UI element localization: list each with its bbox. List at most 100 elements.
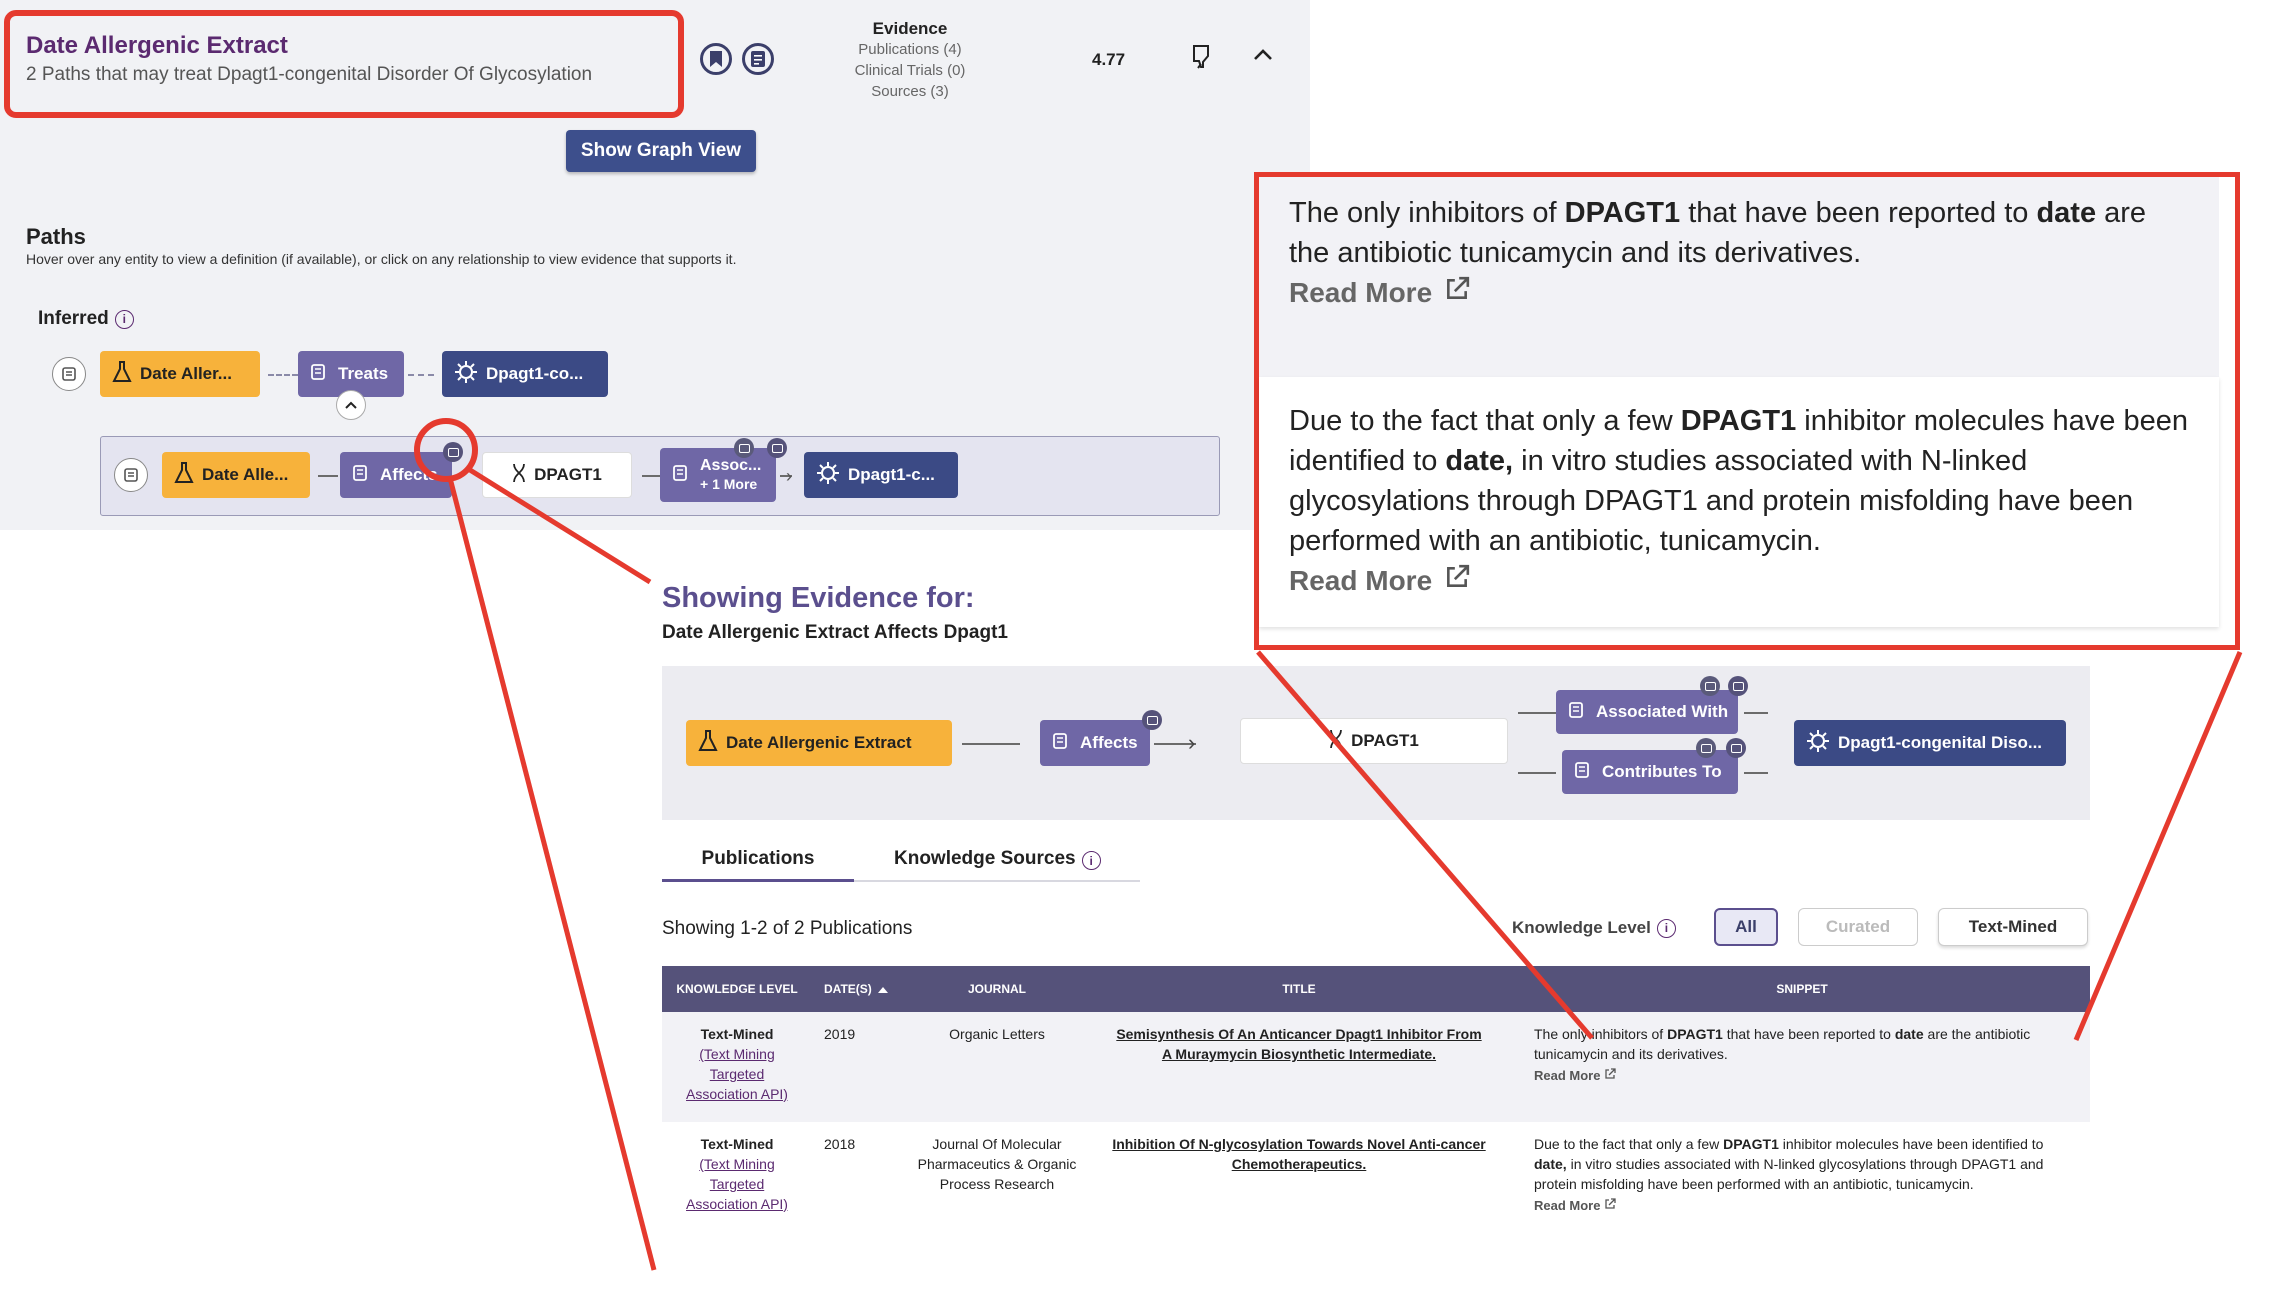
path2-gene-node[interactable]: DPAGT1 xyxy=(482,452,632,498)
read-more-link[interactable]: Read More xyxy=(1534,1066,2070,1086)
path1-drug-label: Date Aller... xyxy=(140,364,232,383)
expert-icon xyxy=(734,438,754,458)
graph-contributes-to-relation[interactable]: Contributes To xyxy=(1562,750,1738,794)
zoom-snippet-highlight: date xyxy=(2036,197,2097,229)
external-link-icon xyxy=(1444,273,1470,313)
zoom-read-more-label: Read More xyxy=(1289,277,1433,308)
table-row[interactable]: Text-Mined (Text Mining Targeted Associa… xyxy=(662,1012,2090,1122)
path2-notes-icon[interactable] xyxy=(114,458,148,492)
snippet-highlight: date, xyxy=(1534,1156,1567,1172)
evidence-summary[interactable]: Evidence Publications (4) Clinical Trial… xyxy=(840,18,980,102)
table-header: Knowledge Level Date(s) Journal Title Sn… xyxy=(662,966,2090,1012)
graph-drug-node[interactable]: Date Allergenic Extract xyxy=(686,720,952,766)
zoom-snippet-highlight: DPAGT1 xyxy=(1564,197,1681,229)
notes-icon[interactable] xyxy=(742,43,774,75)
path2-relation2-text: Assoc... + 1 More xyxy=(700,456,761,494)
column-knowledge-level[interactable]: Knowledge Level xyxy=(662,982,812,996)
graph-disease-node[interactable]: Dpagt1-congenital Diso... xyxy=(1794,720,2066,766)
sources-count: Sources (3) xyxy=(871,83,949,100)
robot-icon xyxy=(767,438,787,458)
arrow-right-icon: › xyxy=(786,466,792,486)
knowledge-source-link[interactable]: (Text Mining Targeted Association API) xyxy=(662,1044,812,1104)
expert-icon xyxy=(1700,676,1720,696)
column-title[interactable]: Title xyxy=(1092,982,1506,996)
clinical-trials-count: Clinical Trials (0) xyxy=(854,62,966,79)
read-more-label: Read More xyxy=(1534,1198,1601,1213)
zoom-read-more-label: Read More xyxy=(1289,565,1433,596)
zoom-snippet-text: Due to the fact that only a few xyxy=(1289,405,1681,437)
evidence-subheading: Date Allergenic Extract Affects Dpagt1 xyxy=(662,622,1008,643)
robot-highlight-circle xyxy=(414,418,478,482)
info-icon[interactable]: i xyxy=(114,309,134,329)
snippet-text: inhibitor molecules have been identified… xyxy=(1778,1136,2044,1152)
row-date: 2018 xyxy=(824,1136,856,1152)
row-title-link[interactable]: Semisynthesis Of An Anticancer Dpagt1 In… xyxy=(1092,1024,1506,1122)
knowledge-source-link[interactable]: (Text Mining Targeted Association API) xyxy=(662,1154,812,1214)
sort-up-icon[interactable] xyxy=(877,982,888,996)
title-highlight-box xyxy=(4,10,684,118)
chevron-up-icon[interactable] xyxy=(1252,48,1274,67)
external-link-icon xyxy=(1444,561,1470,601)
snippet-text: that have been reported to xyxy=(1722,1026,1895,1042)
evidence-heading: Evidence xyxy=(872,19,948,38)
path2-drug-label: Date Alle... xyxy=(202,465,289,484)
path2-more-label[interactable]: + 1 More xyxy=(700,475,761,494)
path2-drug-node[interactable]: Date Alle... xyxy=(162,452,310,498)
path-notes-icon[interactable] xyxy=(52,357,86,391)
tab-knowledge-sources[interactable]: Knowledge Sources i xyxy=(894,848,1101,882)
path2-disease-node[interactable]: Dpagt1-c... xyxy=(804,452,958,498)
inferred-label: Inferred i xyxy=(38,308,134,330)
info-icon[interactable]: i xyxy=(1081,851,1101,870)
row-snippet: Due to the fact that only a few DPAGT1 i… xyxy=(1506,1134,2090,1252)
row-journal: Organic Letters xyxy=(949,1026,1045,1042)
path1-drug-node[interactable]: Date Aller... xyxy=(100,351,260,397)
filter-all-button[interactable]: All xyxy=(1714,908,1778,946)
graph-gene-node[interactable]: DPAGT1 xyxy=(1240,718,1508,764)
zoom-read-more-link[interactable]: Read More xyxy=(1289,561,2189,601)
graph-connector-1 xyxy=(962,743,1020,745)
callout-line xyxy=(447,477,657,1271)
row-date: 2019 xyxy=(824,1026,856,1042)
graph-relation-label: Affects xyxy=(1080,733,1138,752)
path2-gene-label: DPAGT1 xyxy=(534,465,602,484)
snippet-highlight: DPAGT1 xyxy=(1723,1136,1779,1152)
evidence-tabs: Publications Knowledge Sources i xyxy=(662,848,1140,882)
path2-relation2-label: Assoc... xyxy=(700,457,762,474)
row-journal: Journal Of Molecular Pharmaceutics & Org… xyxy=(917,1136,1077,1192)
flask-icon xyxy=(112,360,132,388)
graph-associated-with-relation[interactable]: Associated With xyxy=(1556,690,1738,734)
results-count: Showing 1-2 of 2 Publications xyxy=(662,918,913,939)
tab-publications[interactable]: Publications xyxy=(662,848,854,882)
snippet-text: in vitro studies associated with N-linke… xyxy=(1534,1156,2044,1192)
filter-curated-button[interactable]: Curated xyxy=(1798,908,1918,946)
flask-icon xyxy=(698,729,718,757)
show-graph-view-button[interactable]: Show Graph View xyxy=(566,130,756,172)
path2-connector-2 xyxy=(642,475,660,477)
filter-text-mined-button[interactable]: Text-Mined xyxy=(1938,908,2088,946)
collapse-caret-icon[interactable] xyxy=(336,390,366,420)
paths-subheading: Hover over any entity to view a definiti… xyxy=(26,251,737,267)
path1-disease-node[interactable]: Dpagt1-co... xyxy=(442,351,608,397)
graph-affects-relation[interactable]: Affects xyxy=(1040,720,1150,766)
path2-associated-relation[interactable]: Assoc... + 1 More xyxy=(660,448,776,502)
evidence-heading: Showing Evidence for: xyxy=(662,582,975,614)
path2-disease-label: Dpagt1-c... xyxy=(848,465,935,484)
paths-heading: Paths xyxy=(26,224,86,249)
publications-count: Publications (4) xyxy=(858,41,962,58)
zoom-read-more-link[interactable]: Read More xyxy=(1289,273,2189,313)
table-row[interactable]: Text-Mined (Text Mining Targeted Associa… xyxy=(662,1122,2090,1252)
relation-icon xyxy=(1574,760,1594,785)
bookmark-icon[interactable] xyxy=(700,43,732,75)
column-dates[interactable]: Date(s) xyxy=(812,982,902,996)
robot-icon xyxy=(1726,738,1746,758)
thumbs-down-icon[interactable] xyxy=(1190,44,1214,75)
read-more-link[interactable]: Read More xyxy=(1534,1196,2070,1216)
info-icon[interactable]: i xyxy=(1656,918,1676,938)
column-snippet[interactable]: Snippet xyxy=(1506,982,2090,996)
flask-icon xyxy=(174,461,194,489)
path2-connector-1 xyxy=(318,475,338,477)
knowledge-level-text: Knowledge Level xyxy=(1512,918,1651,937)
row-title-link[interactable]: Inhibition Of N-glycosylation Towards No… xyxy=(1092,1134,1506,1252)
column-journal[interactable]: Journal xyxy=(902,982,1092,996)
zoom-snippet-text: The only inhibitors of xyxy=(1289,197,1565,229)
